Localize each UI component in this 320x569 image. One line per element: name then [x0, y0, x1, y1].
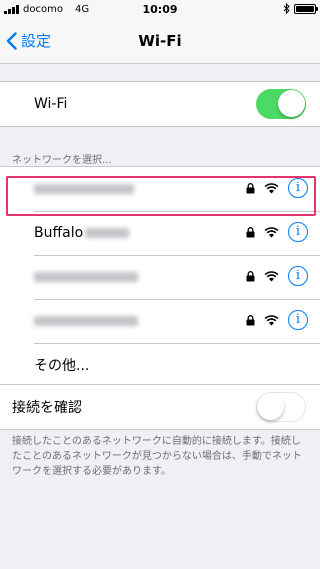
- lock-icon: [246, 226, 255, 237]
- network-name: [34, 184, 134, 194]
- wifi-toggle-group: Wi-Fi: [0, 81, 320, 127]
- bluetooth-icon: [283, 3, 290, 14]
- ask-join-footer: 接続したことのあるネットワークに自動的に接続します。接続したことのあるネットワー…: [12, 436, 302, 477]
- obscured-network-name: [34, 316, 138, 326]
- info-button[interactable]: i: [288, 222, 308, 242]
- page-title: Wi-Fi: [138, 32, 182, 50]
- ask-join-group: 接続を確認: [0, 384, 320, 430]
- wifi-toggle-row: Wi-Fi: [0, 82, 320, 126]
- wifi-icon: [264, 314, 279, 325]
- network-row[interactable]: i: [0, 299, 320, 343]
- wifi-toggle-switch[interactable]: [256, 89, 306, 119]
- ask-join-toggle-switch[interactable]: [256, 392, 306, 422]
- battery-icon: [294, 3, 318, 14]
- status-right: [283, 3, 318, 14]
- status-time: 10:09: [142, 3, 178, 16]
- network-row[interactable]: i: [0, 167, 320, 211]
- other-network-label: その他...: [34, 358, 90, 374]
- lock-icon: [246, 270, 255, 281]
- toggle-knob: [257, 393, 284, 420]
- wifi-icon: [264, 182, 279, 193]
- obscured-network-name: [34, 184, 134, 194]
- network-icons: i: [246, 266, 308, 286]
- network-name-text: Buffalo: [34, 225, 84, 241]
- ask-join-row: 接続を確認: [0, 385, 320, 429]
- network-icons: i: [246, 178, 308, 198]
- other-network-row[interactable]: その他...: [0, 343, 320, 387]
- obscured-network-name: [85, 228, 130, 238]
- wifi-toggle-label: Wi-Fi: [34, 96, 68, 112]
- info-button[interactable]: i: [288, 310, 308, 330]
- navigation-bar: 設定 Wi-Fi: [0, 20, 320, 64]
- info-button[interactable]: i: [288, 266, 308, 286]
- ask-join-label: 接続を確認: [12, 400, 82, 416]
- battery-level: [296, 5, 314, 12]
- network-icons: i: [246, 310, 308, 330]
- obscured-network-name: [34, 272, 138, 282]
- network-icons: i: [246, 222, 308, 242]
- networks-group: i Buffalo i i i その他...: [0, 166, 320, 388]
- network-row[interactable]: Buffalo i: [0, 211, 320, 255]
- network-name: [34, 316, 138, 326]
- toggle-knob: [278, 90, 305, 117]
- networks-section-header: ネットワークを選択...: [12, 155, 112, 166]
- wifi-icon: [264, 226, 279, 237]
- lock-icon: [246, 314, 255, 325]
- wifi-icon: [264, 270, 279, 281]
- info-button[interactable]: i: [288, 178, 308, 198]
- status-bar: docomo 4G 10:09: [0, 0, 320, 20]
- network-row[interactable]: i: [0, 255, 320, 299]
- lock-icon: [246, 182, 255, 193]
- network-name: [34, 272, 138, 282]
- network-name: Buffalo: [34, 225, 130, 241]
